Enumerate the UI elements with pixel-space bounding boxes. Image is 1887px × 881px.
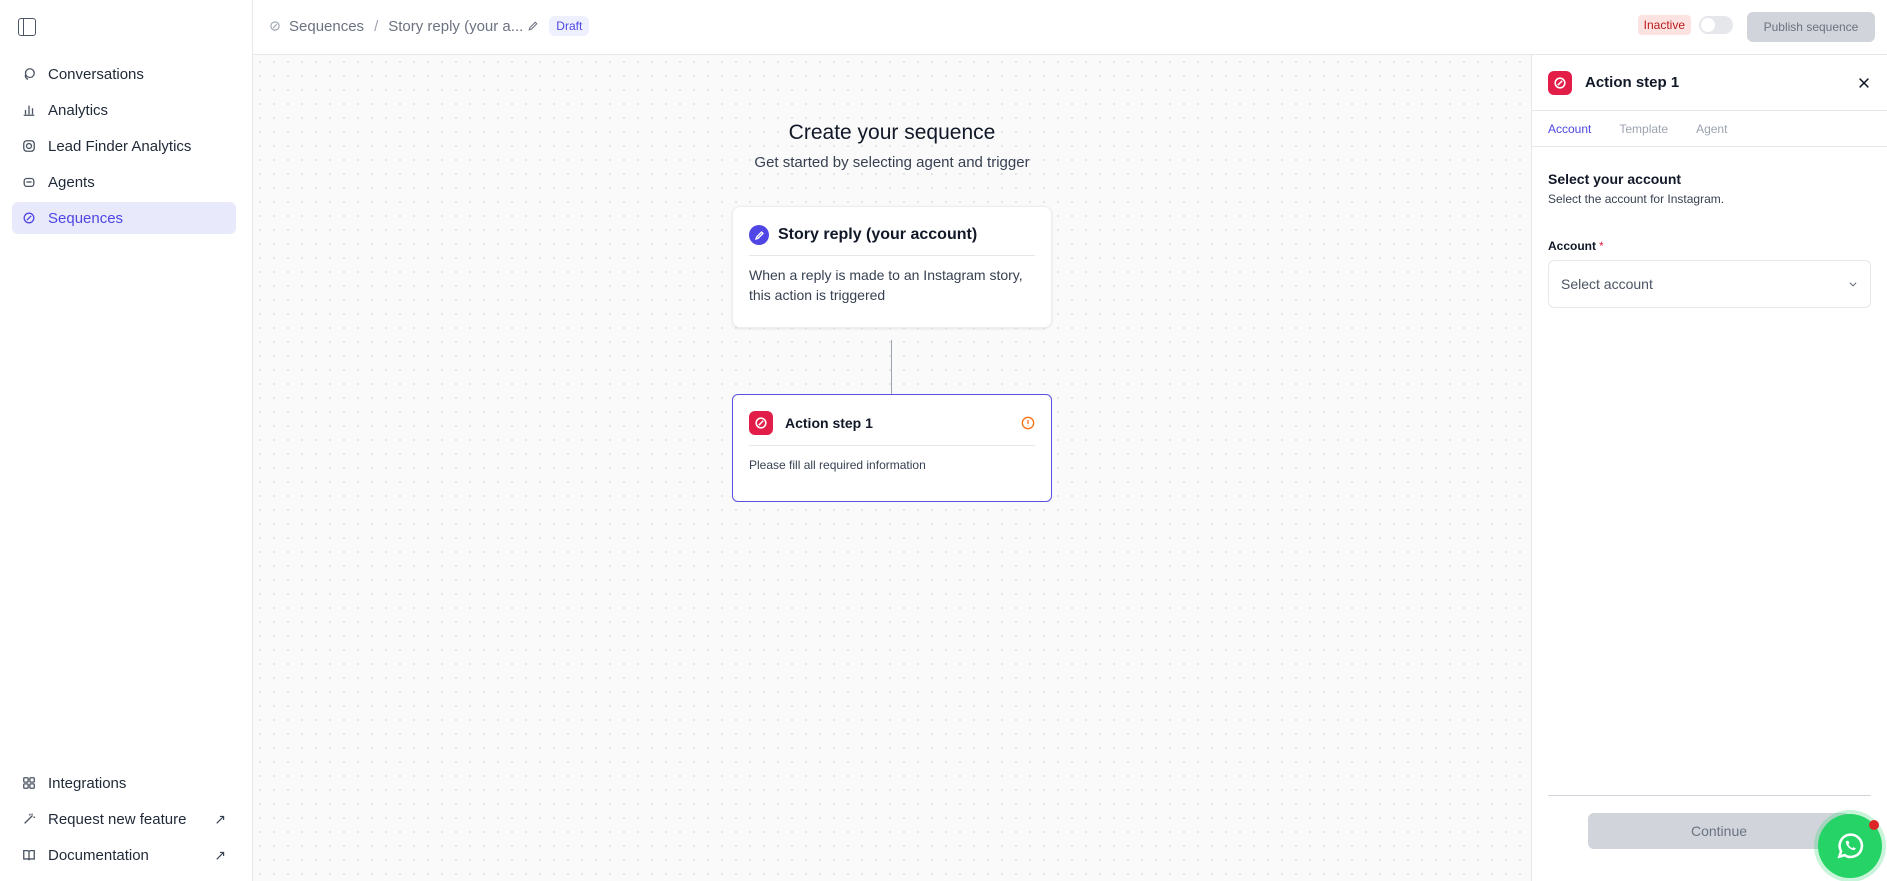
account-select-placeholder: Select account <box>1561 276 1653 292</box>
top-bar: Sequences / Story reply (your a... Draft… <box>253 0 1887 55</box>
sidebar-item-label: Analytics <box>48 101 109 119</box>
instagram-icon <box>22 139 36 153</box>
panel-tabs: Account Template Agent <box>1532 111 1887 147</box>
account-field-label: Account * <box>1548 239 1871 253</box>
status-badge-draft: Draft <box>549 16 590 36</box>
panel-title: Action step 1 <box>1585 74 1680 91</box>
required-mark: * <box>1599 239 1604 253</box>
breadcrumb-current: Story reply (your a... <box>388 17 524 35</box>
breadcrumb-root-link[interactable]: Sequences <box>289 18 364 35</box>
canvas-title: Create your sequence <box>788 121 996 144</box>
canvas-subtitle: Get started by selecting agent and trigg… <box>754 154 1030 171</box>
breadcrumb-separator: / <box>374 17 379 35</box>
sidebar-item-lead-finder-analytics[interactable]: Lead Finder Analytics <box>12 130 236 162</box>
sidebar: Conversations Analytics Lead Finder Anal… <box>0 0 253 881</box>
external-link-icon: ↗ <box>214 810 226 827</box>
action-card-header: Action step 1 <box>749 411 1035 446</box>
status-badge-inactive: Inactive <box>1637 15 1691 35</box>
whatsapp-icon <box>1837 833 1864 859</box>
sidebar-item-sequences[interactable]: Sequences <box>12 202 236 234</box>
trigger-title: Story reply (your account) <box>778 226 978 243</box>
sidebar-nav: Conversations Analytics Lead Finder Anal… <box>12 58 236 238</box>
panel-footer-divider <box>1548 795 1871 796</box>
tab-agent[interactable]: Agent <box>1696 122 1727 136</box>
sidebar-item-integrations[interactable]: Integrations <box>12 767 236 799</box>
trigger-card-header: Story reply (your account) <box>749 225 1035 256</box>
chat-icon <box>22 67 36 81</box>
agent-icon <box>22 175 36 189</box>
action-step-panel: Action step 1 Account Template Agent Sel… <box>1531 55 1887 881</box>
action-step-title: Action step 1 <box>785 415 873 431</box>
sidebar-item-analytics[interactable]: Analytics <box>12 94 236 126</box>
sidebar-item-label: Agents <box>48 173 95 191</box>
sidebar-bottom-nav: Integrations Request new feature ↗ Docum… <box>12 767 236 875</box>
panel-body: Select your account Select the account f… <box>1532 147 1887 308</box>
continue-button[interactable]: Continue <box>1588 813 1850 849</box>
bar-chart-icon <box>22 103 36 117</box>
warning-icon <box>1021 416 1035 430</box>
close-icon[interactable] <box>1857 76 1871 90</box>
sidebar-item-label: Lead Finder Analytics <box>48 137 192 155</box>
sidebar-toggle-icon[interactable] <box>18 18 36 36</box>
sidebar-item-label: Integrations <box>48 774 127 792</box>
sidebar-item-label: Conversations <box>48 65 144 83</box>
tab-template[interactable]: Template <box>1619 122 1668 136</box>
active-toggle[interactable] <box>1699 16 1733 34</box>
external-link-icon: ↗ <box>214 846 226 863</box>
step-connector <box>891 340 892 394</box>
publish-sequence-button[interactable]: Publish sequence <box>1747 12 1875 42</box>
edit-pencil-icon <box>749 225 769 245</box>
account-label-text: Account <box>1548 239 1596 253</box>
edit-pencil-icon[interactable] <box>527 20 539 32</box>
sidebar-item-documentation[interactable]: Documentation ↗ <box>12 839 236 871</box>
section-subtitle: Select the account for Instagram. <box>1548 192 1725 206</box>
panel-header: Action step 1 <box>1532 55 1887 111</box>
grid-icon <box>22 776 36 790</box>
action-step-card[interactable]: Action step 1 Please fill all required i… <box>732 394 1052 502</box>
sidebar-item-conversations[interactable]: Conversations <box>12 58 236 90</box>
sequence-icon <box>22 211 36 225</box>
app-logo-icon <box>1548 70 1572 95</box>
wand-icon <box>22 812 36 826</box>
sidebar-item-label: Request new feature <box>48 810 187 828</box>
book-icon <box>22 848 36 862</box>
notification-dot <box>1869 820 1879 830</box>
tab-account[interactable]: Account <box>1548 122 1591 136</box>
account-select[interactable]: Select account <box>1548 260 1871 308</box>
sidebar-item-label: Sequences <box>48 209 124 227</box>
section-title: Select your account <box>1548 171 1682 187</box>
action-step-description: Please fill all required information <box>749 458 926 472</box>
sidebar-item-label: Documentation <box>48 846 149 864</box>
trigger-card[interactable]: Story reply (your account) When a reply … <box>732 206 1052 328</box>
breadcrumb: Sequences / Story reply (your a... Draft <box>269 16 590 36</box>
sequence-canvas[interactable]: Create your sequence Get started by sele… <box>253 55 1531 881</box>
chevron-down-icon <box>1849 282 1857 287</box>
sidebar-item-request-new-feature[interactable]: Request new feature ↗ <box>12 803 236 835</box>
sequence-icon <box>270 21 280 31</box>
trigger-description: When a reply is made to an Instagram sto… <box>749 267 1023 303</box>
app-logo-icon <box>749 411 773 435</box>
sidebar-item-agents[interactable]: Agents <box>12 166 236 198</box>
